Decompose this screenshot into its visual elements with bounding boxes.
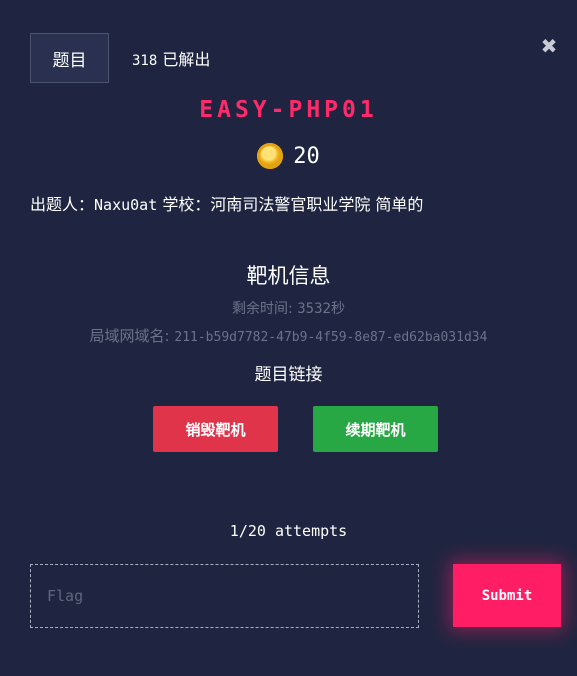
solved-number: 318	[132, 53, 158, 69]
attempts-counter: 1/20 attempts	[229, 522, 348, 540]
domain-value: 211-b59d7782-47b9-4f59-8e87-ed62ba031d34	[174, 330, 488, 345]
submit-button[interactable]: Submit	[453, 564, 561, 627]
author-name: Naxu0at	[94, 196, 158, 214]
challenge-link[interactable]: 题目链接	[0, 360, 577, 385]
school-label: 学校：	[157, 195, 211, 214]
remaining-label: 剩余时间:	[232, 301, 298, 317]
remaining-unit: 秒	[330, 301, 345, 317]
tab-challenge[interactable]: 题目	[30, 33, 109, 83]
renew-target-button[interactable]: 续期靶机	[313, 406, 438, 452]
close-icon[interactable]: ✖	[539, 36, 559, 56]
destroy-target-button[interactable]: 销毁靶机	[153, 406, 278, 452]
remaining-value: 3532	[297, 301, 331, 317]
challenge-author-line: 出题人：Naxu0at 学校：河南司法警官职业学院 简单的	[30, 191, 423, 215]
target-section-title: 靶机信息	[246, 264, 331, 288]
challenge-points: 20	[0, 143, 577, 169]
remaining-time: 剩余时间: 3532秒	[0, 298, 577, 318]
domain-label: 局域网域名:	[89, 327, 175, 345]
points-value: 20	[293, 143, 320, 169]
challenge-modal: 题目 318 已解出 ✖ EASY-PHP01 20 出题人：Naxu0at 学…	[0, 0, 577, 676]
school-name: 河南司法警官职业学院	[210, 195, 371, 214]
coin-icon	[257, 143, 284, 169]
target-domain: 局域网域名: 211-b59d7782-47b9-4f59-8e87-ed62b…	[0, 325, 577, 346]
solved-count: 318 已解出	[132, 46, 210, 70]
author-label: 出题人：	[30, 195, 95, 214]
difficulty-label: 简单的	[370, 195, 424, 214]
challenge-title: EASY-PHP01	[199, 97, 378, 123]
solved-label: 已解出	[157, 50, 211, 69]
flag-input[interactable]	[30, 564, 419, 628]
